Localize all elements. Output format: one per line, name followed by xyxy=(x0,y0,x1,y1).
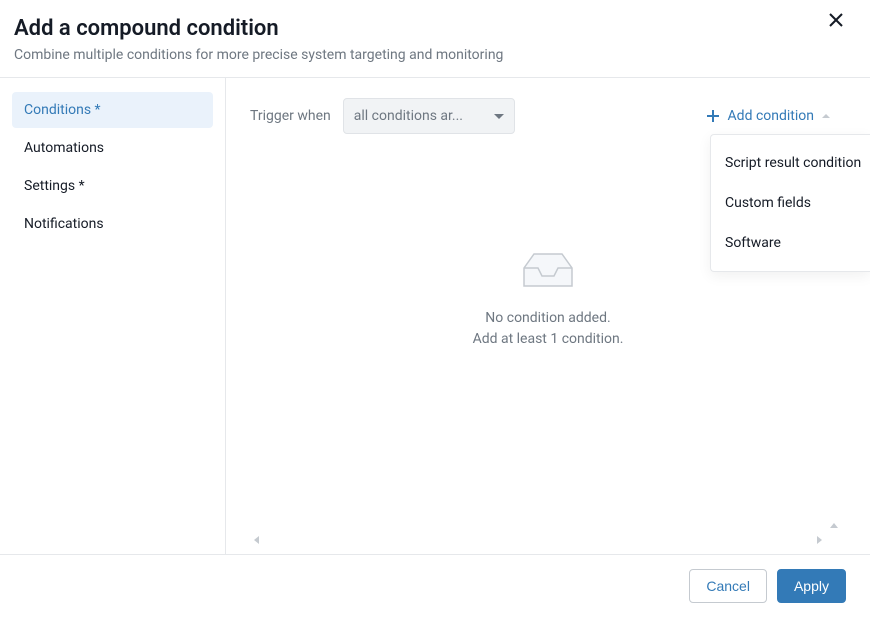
trigger-when-group: Trigger when all conditions ar... xyxy=(250,98,515,134)
add-condition-dropdown: Script result condition Custom fields So… xyxy=(710,134,870,272)
main-panel: Trigger when all conditions ar... Add co… xyxy=(226,78,870,554)
dropdown-item-label: Software xyxy=(725,235,781,251)
sidebar-item-label: Notifications xyxy=(24,216,104,232)
close-button[interactable] xyxy=(824,8,848,32)
scroll-up-icon[interactable] xyxy=(830,523,838,528)
compound-condition-dialog: Add a compound condition Combine multipl… xyxy=(0,0,870,617)
add-condition-button[interactable]: Add condition xyxy=(706,108,846,124)
close-icon xyxy=(829,13,843,27)
scroll-left-icon[interactable] xyxy=(254,536,259,544)
sidebar-item-conditions[interactable]: Conditions * xyxy=(12,92,213,128)
dialog-footer: Cancel Apply xyxy=(0,554,870,617)
sidebar: Conditions * Automations Settings * Noti… xyxy=(0,78,226,554)
sidebar-item-label: Automations xyxy=(24,140,104,156)
sidebar-item-label: Conditions * xyxy=(24,102,101,118)
sidebar-item-notifications[interactable]: Notifications xyxy=(12,206,213,242)
dialog-header: Add a compound condition Combine multipl… xyxy=(0,0,870,77)
select-value: all conditions ar... xyxy=(354,108,463,124)
dropdown-item-software[interactable]: Software xyxy=(711,223,870,263)
add-condition-label: Add condition xyxy=(728,108,814,124)
empty-state-line2: Add at least 1 condition. xyxy=(473,329,624,350)
dialog-subtitle: Combine multiple conditions for more pre… xyxy=(14,47,856,63)
scroll-right-icon[interactable] xyxy=(817,536,822,544)
dialog-body: Conditions * Automations Settings * Noti… xyxy=(0,78,870,554)
sidebar-item-settings[interactable]: Settings * xyxy=(12,168,213,204)
dropdown-item-label: Script result condition xyxy=(725,155,861,171)
dialog-title: Add a compound condition xyxy=(14,16,856,41)
conditions-toolbar: Trigger when all conditions ar... Add co… xyxy=(250,98,846,134)
chevron-up-icon xyxy=(822,114,830,118)
dropdown-item-custom-fields[interactable]: Custom fields xyxy=(711,183,870,223)
empty-state-line1: No condition added. xyxy=(485,308,610,329)
trigger-when-label: Trigger when xyxy=(250,108,331,124)
cancel-button[interactable]: Cancel xyxy=(689,569,767,603)
dropdown-item-label: Custom fields xyxy=(725,195,811,211)
dropdown-item-script-result[interactable]: Script result condition xyxy=(711,143,870,183)
chevron-down-icon xyxy=(494,114,504,119)
scroll-indicators xyxy=(250,534,846,554)
sidebar-item-automations[interactable]: Automations xyxy=(12,130,213,166)
plus-icon xyxy=(706,109,720,123)
trigger-when-select[interactable]: all conditions ar... xyxy=(343,98,515,134)
sidebar-item-label: Settings * xyxy=(24,178,85,194)
apply-button[interactable]: Apply xyxy=(777,569,846,603)
inbox-empty-icon xyxy=(520,250,576,290)
